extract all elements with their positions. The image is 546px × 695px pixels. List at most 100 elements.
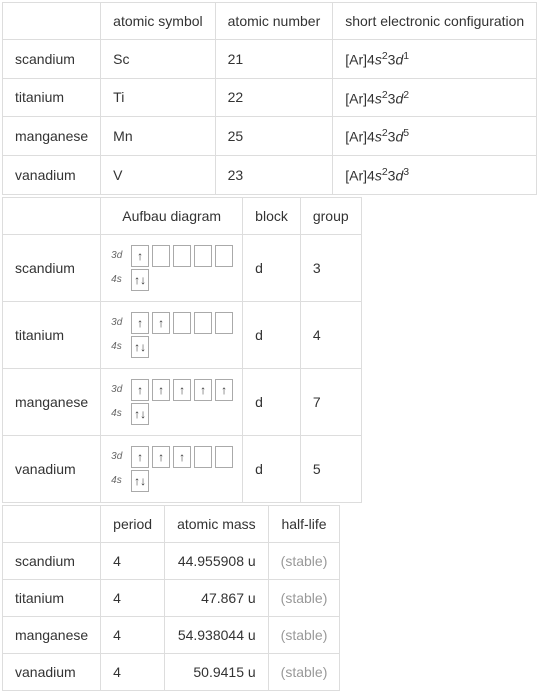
col-group: group bbox=[300, 197, 361, 234]
group-value: 5 bbox=[300, 435, 361, 502]
col-half-life: half-life bbox=[268, 505, 340, 542]
orbital-box bbox=[215, 312, 233, 334]
atomic-mass-value: 47.867 u bbox=[165, 579, 269, 616]
orbital-box: ↑ bbox=[152, 379, 170, 401]
orbital-box: ↑ bbox=[131, 245, 149, 267]
orbital-box: ↑ bbox=[131, 379, 149, 401]
orbital-box bbox=[152, 245, 170, 267]
element-name: manganese bbox=[3, 117, 101, 156]
orbital-box: ↑ bbox=[215, 379, 233, 401]
table-row: titanium Ti 22 [Ar]4s23d2 bbox=[3, 78, 537, 117]
aufbau-diagram: 3d ↑↑ 4s ↑↓ bbox=[101, 301, 243, 368]
empty-corner bbox=[3, 3, 101, 40]
orbital-label-4s: 4s bbox=[111, 274, 127, 285]
orbital-3d-row: 3d ↑ bbox=[111, 245, 232, 267]
orbital-4s-row: 4s ↑↓ bbox=[111, 403, 232, 425]
atomic-number: 25 bbox=[215, 117, 333, 156]
orbital-box bbox=[215, 245, 233, 267]
atomic-number: 22 bbox=[215, 78, 333, 117]
electron-config: [Ar]4s23d2 bbox=[333, 78, 537, 117]
table-row: scandium 3d ↑ 4s ↑↓ d 3 bbox=[3, 234, 362, 301]
col-aufbau: Aufbau diagram bbox=[101, 197, 243, 234]
orbital-box: ↑ bbox=[194, 379, 212, 401]
atomic-mass-value: 44.955908 u bbox=[165, 542, 269, 579]
block-value: d bbox=[243, 368, 301, 435]
atomic-symbol: Sc bbox=[101, 40, 215, 79]
element-name: vanadium bbox=[3, 155, 101, 194]
element-name: scandium bbox=[3, 542, 101, 579]
electron-config: [Ar]4s23d5 bbox=[333, 117, 537, 156]
orbital-label-3d: 3d bbox=[111, 384, 127, 395]
orbital-box: ↑ bbox=[173, 446, 191, 468]
orbital-box: ↑ bbox=[131, 446, 149, 468]
block-value: d bbox=[243, 435, 301, 502]
table-row: titanium 4 47.867 u (stable) bbox=[3, 579, 340, 616]
orbital-box bbox=[173, 245, 191, 267]
half-life-value: (stable) bbox=[268, 616, 340, 653]
orbital-3d-row: 3d ↑↑ bbox=[111, 312, 232, 334]
period-value: 4 bbox=[101, 579, 165, 616]
col-period: period bbox=[101, 505, 165, 542]
element-name: scandium bbox=[3, 40, 101, 79]
atomic-mass-value: 50.9415 u bbox=[165, 653, 269, 690]
aufbau-diagram: 3d ↑↑↑↑↑ 4s ↑↓ bbox=[101, 368, 243, 435]
electron-config: [Ar]4s23d1 bbox=[333, 40, 537, 79]
orbital-3d-row: 3d ↑↑↑ bbox=[111, 446, 232, 468]
element-name: titanium bbox=[3, 78, 101, 117]
empty-corner bbox=[3, 197, 101, 234]
orbital-box: ↑ bbox=[152, 446, 170, 468]
element-name: scandium bbox=[3, 234, 101, 301]
aufbau-diagram: 3d ↑↑↑ 4s ↑↓ bbox=[101, 435, 243, 502]
orbital-box bbox=[194, 312, 212, 334]
element-name: vanadium bbox=[3, 435, 101, 502]
chemistry-table-1: atomic symbol atomic number short electr… bbox=[2, 2, 537, 195]
orbital-box bbox=[173, 312, 191, 334]
atomic-symbol: Mn bbox=[101, 117, 215, 156]
group-value: 7 bbox=[300, 368, 361, 435]
orbital-label-4s: 4s bbox=[111, 408, 127, 419]
table-row: scandium 4 44.955908 u (stable) bbox=[3, 542, 340, 579]
element-name: vanadium bbox=[3, 653, 101, 690]
table-row: vanadium 4 50.9415 u (stable) bbox=[3, 653, 340, 690]
orbital-box bbox=[194, 245, 212, 267]
aufbau-diagram: 3d ↑ 4s ↑↓ bbox=[101, 234, 243, 301]
table-row: scandium Sc 21 [Ar]4s23d1 bbox=[3, 40, 537, 79]
table3-header-row: period atomic mass half-life bbox=[3, 505, 340, 542]
col-atomic-number: atomic number bbox=[215, 3, 333, 40]
table2-header-row: Aufbau diagram block group bbox=[3, 197, 362, 234]
orbital-box: ↑↓ bbox=[131, 470, 149, 492]
period-value: 4 bbox=[101, 653, 165, 690]
period-value: 4 bbox=[101, 616, 165, 653]
atomic-mass-value: 54.938044 u bbox=[165, 616, 269, 653]
orbital-box bbox=[215, 446, 233, 468]
atomic-symbol: V bbox=[101, 155, 215, 194]
orbital-box: ↑ bbox=[131, 312, 149, 334]
table-row: vanadium V 23 [Ar]4s23d3 bbox=[3, 155, 537, 194]
element-name: manganese bbox=[3, 616, 101, 653]
group-value: 3 bbox=[300, 234, 361, 301]
block-value: d bbox=[243, 234, 301, 301]
orbital-label-3d: 3d bbox=[111, 317, 127, 328]
orbital-box bbox=[194, 446, 212, 468]
table-row: manganese 4 54.938044 u (stable) bbox=[3, 616, 340, 653]
element-name: titanium bbox=[3, 579, 101, 616]
orbital-box: ↑ bbox=[152, 312, 170, 334]
empty-corner bbox=[3, 505, 101, 542]
period-value: 4 bbox=[101, 542, 165, 579]
half-life-value: (stable) bbox=[268, 542, 340, 579]
orbital-4s-row: 4s ↑↓ bbox=[111, 336, 232, 358]
table-row: manganese 3d ↑↑↑↑↑ 4s ↑↓ d 7 bbox=[3, 368, 362, 435]
atomic-number: 21 bbox=[215, 40, 333, 79]
col-block: block bbox=[243, 197, 301, 234]
table1-header-row: atomic symbol atomic number short electr… bbox=[3, 3, 537, 40]
chemistry-table-2: Aufbau diagram block group scandium 3d ↑… bbox=[2, 197, 362, 503]
electron-config: [Ar]4s23d3 bbox=[333, 155, 537, 194]
table-row: titanium 3d ↑↑ 4s ↑↓ d 4 bbox=[3, 301, 362, 368]
col-electronic-config: short electronic configuration bbox=[333, 3, 537, 40]
block-value: d bbox=[243, 301, 301, 368]
orbital-box: ↑↓ bbox=[131, 269, 149, 291]
orbital-label-4s: 4s bbox=[111, 475, 127, 486]
atomic-number: 23 bbox=[215, 155, 333, 194]
orbital-3d-row: 3d ↑↑↑↑↑ bbox=[111, 379, 232, 401]
element-name: manganese bbox=[3, 368, 101, 435]
